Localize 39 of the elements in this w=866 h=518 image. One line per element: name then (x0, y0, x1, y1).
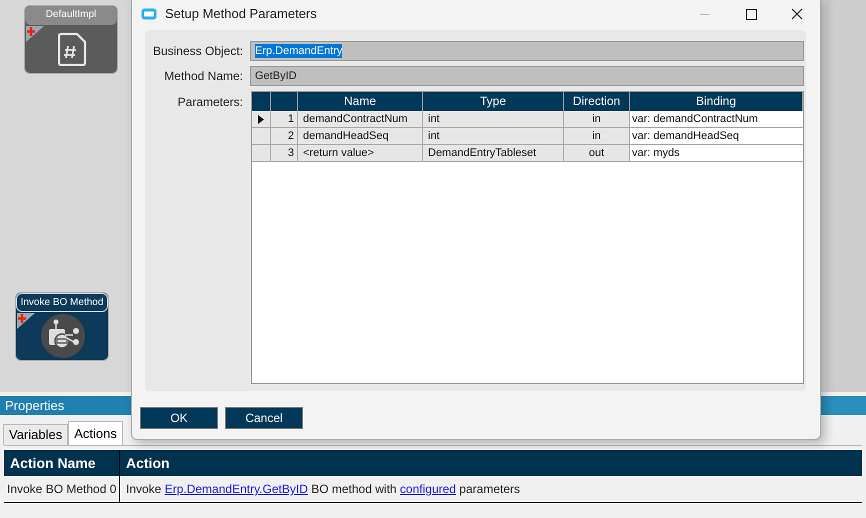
table-cell: Invoke BO Method 0 (4, 476, 120, 502)
workflow-node[interactable]: Invoke BO Method (15, 292, 109, 361)
field-label: Method Name: (163, 68, 243, 85)
maximize-icon (746, 8, 756, 20)
field-label: Business Object: (152, 43, 243, 60)
dialog-button[interactable]: Cancel (225, 407, 303, 429)
corner-plus-icon (17, 313, 35, 329)
table-cell: demandHeadSeq (298, 128, 423, 144)
close-icon (791, 8, 803, 20)
corner-plus-icon (26, 26, 44, 42)
column-header: Action (125, 454, 170, 473)
robot-network-icon (40, 313, 86, 359)
column-header: Action Name (4, 450, 120, 476)
table-cell: DemandEntryTableset (423, 145, 564, 161)
row-header[interactable] (252, 111, 271, 127)
field-label: Parameters: (176, 94, 243, 111)
document-hash-icon (58, 32, 88, 66)
action-sentence: Invoke Erp.DemandEntry.GetByID BO method with configured parameters (125, 481, 520, 498)
table-cell: in (564, 111, 630, 127)
text-field[interactable]: GetByID (250, 66, 804, 86)
action-link[interactable]: configured (400, 482, 456, 496)
table-cell: demandContractNum (298, 111, 423, 127)
properties-tab[interactable]: Actions (68, 421, 123, 445)
table-cell: <return value> (298, 145, 423, 161)
table-cell: int (423, 111, 564, 127)
dialog-button[interactable]: OK (140, 407, 218, 429)
table-cell: out (564, 145, 630, 161)
current-row-icon (258, 114, 264, 124)
properties-tab[interactable]: Variables (3, 424, 68, 445)
node-title: Invoke BO Method (16, 293, 108, 312)
table-cell: 3 (271, 145, 298, 161)
window-title: Setup Method Parameters (165, 5, 317, 24)
table-cell: 1 (271, 111, 298, 127)
action-link[interactable]: Erp.DemandEntry.GetByID (164, 482, 308, 496)
table-cell: int (423, 128, 564, 144)
window-app-icon (141, 8, 157, 20)
table-cell: 2 (271, 128, 298, 144)
table-cell: in (564, 128, 630, 144)
node-title: DefaultImpl (25, 6, 117, 25)
